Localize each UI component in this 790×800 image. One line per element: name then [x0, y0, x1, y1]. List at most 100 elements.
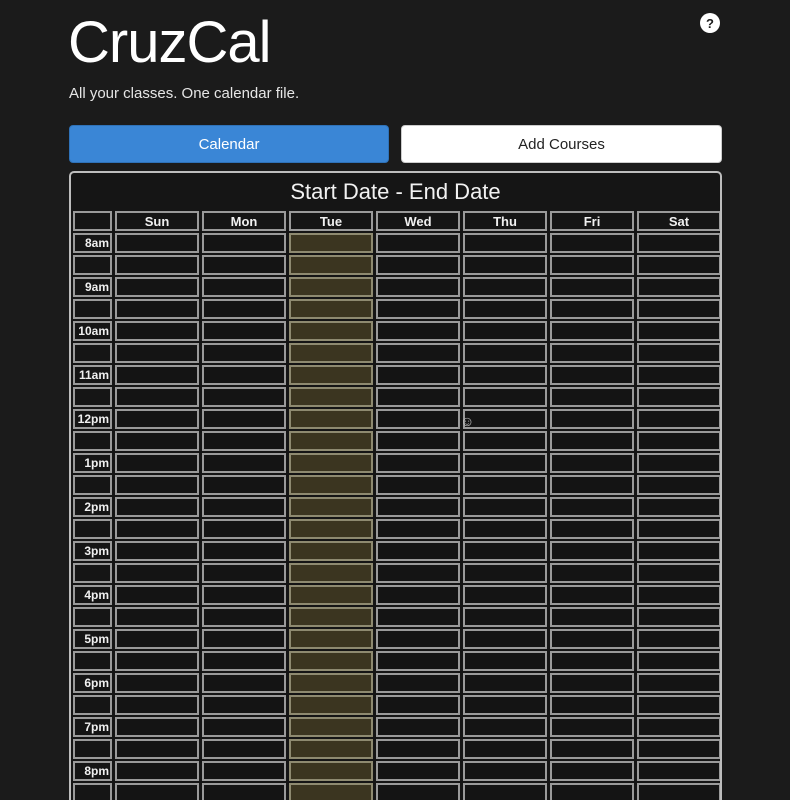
- time-slot-sat-1pm-30[interactable]: [637, 475, 720, 495]
- help-button[interactable]: ?: [700, 13, 720, 33]
- time-slot-thu-6pm-30[interactable]: [463, 695, 547, 715]
- time-slot-sat-10am[interactable]: [637, 321, 720, 341]
- time-slot-fri-11am-30[interactable]: [550, 387, 634, 407]
- time-slot-sun-5pm-30[interactable]: [115, 651, 199, 671]
- time-slot-tue-4pm[interactable]: [289, 585, 373, 605]
- time-slot-wed-12pm[interactable]: [376, 409, 460, 429]
- time-slot-wed-2pm[interactable]: [376, 497, 460, 517]
- time-slot-mon-8pm[interactable]: [202, 761, 286, 781]
- time-slot-mon-8pm-30[interactable]: [202, 783, 286, 800]
- time-slot-fri-3pm-30[interactable]: [550, 563, 634, 583]
- time-slot-thu-4pm-30[interactable]: [463, 607, 547, 627]
- time-slot-tue-1pm[interactable]: [289, 453, 373, 473]
- time-slot-sat-12pm[interactable]: [637, 409, 720, 429]
- time-slot-mon-2pm-30[interactable]: [202, 519, 286, 539]
- time-slot-fri-9am[interactable]: [550, 277, 634, 297]
- time-slot-sun-10am-30[interactable]: [115, 343, 199, 363]
- time-slot-fri-2pm-30[interactable]: [550, 519, 634, 539]
- time-slot-sat-12pm-30[interactable]: [637, 431, 720, 451]
- time-slot-mon-12pm-30[interactable]: [202, 431, 286, 451]
- time-slot-fri-8pm[interactable]: [550, 761, 634, 781]
- time-slot-tue-10am-30[interactable]: [289, 343, 373, 363]
- time-slot-thu-10am[interactable]: [463, 321, 547, 341]
- time-slot-sun-1pm[interactable]: [115, 453, 199, 473]
- time-slot-sat-3pm-30[interactable]: [637, 563, 720, 583]
- time-slot-thu-5pm[interactable]: [463, 629, 547, 649]
- time-slot-thu-5pm-30[interactable]: [463, 651, 547, 671]
- time-slot-fri-8pm-30[interactable]: [550, 783, 634, 800]
- time-slot-tue-6pm-30[interactable]: [289, 695, 373, 715]
- time-slot-fri-3pm[interactable]: [550, 541, 634, 561]
- time-slot-mon-8am-30[interactable]: [202, 255, 286, 275]
- time-slot-sun-9am[interactable]: [115, 277, 199, 297]
- time-slot-mon-11am-30[interactable]: [202, 387, 286, 407]
- time-slot-fri-6pm[interactable]: [550, 673, 634, 693]
- time-slot-mon-4pm-30[interactable]: [202, 607, 286, 627]
- tab-add-courses[interactable]: Add Courses: [401, 125, 722, 163]
- time-slot-wed-6pm[interactable]: [376, 673, 460, 693]
- time-slot-sat-2pm-30[interactable]: [637, 519, 720, 539]
- time-slot-tue-6pm[interactable]: [289, 673, 373, 693]
- time-slot-wed-5pm-30[interactable]: [376, 651, 460, 671]
- time-slot-tue-5pm[interactable]: [289, 629, 373, 649]
- time-slot-wed-3pm[interactable]: [376, 541, 460, 561]
- time-slot-tue-9am[interactable]: [289, 277, 373, 297]
- time-slot-sat-7pm-30[interactable]: [637, 739, 720, 759]
- time-slot-thu-3pm[interactable]: [463, 541, 547, 561]
- time-slot-thu-8pm-30[interactable]: [463, 783, 547, 800]
- time-slot-tue-5pm-30[interactable]: [289, 651, 373, 671]
- time-slot-sun-8pm[interactable]: [115, 761, 199, 781]
- time-slot-sat-8am[interactable]: [637, 233, 720, 253]
- time-slot-wed-9am[interactable]: [376, 277, 460, 297]
- time-slot-sun-9am-30[interactable]: [115, 299, 199, 319]
- time-slot-fri-8am-30[interactable]: [550, 255, 634, 275]
- time-slot-sat-9am-30[interactable]: [637, 299, 720, 319]
- time-slot-tue-8am-30[interactable]: [289, 255, 373, 275]
- time-slot-fri-1pm[interactable]: [550, 453, 634, 473]
- time-slot-fri-5pm[interactable]: [550, 629, 634, 649]
- time-slot-fri-12pm[interactable]: [550, 409, 634, 429]
- time-slot-fri-7pm[interactable]: [550, 717, 634, 737]
- time-slot-wed-5pm[interactable]: [376, 629, 460, 649]
- time-slot-sun-6pm[interactable]: [115, 673, 199, 693]
- time-slot-wed-8pm[interactable]: [376, 761, 460, 781]
- time-slot-wed-7pm[interactable]: [376, 717, 460, 737]
- time-slot-thu-3pm-30[interactable]: [463, 563, 547, 583]
- time-slot-sat-6pm-30[interactable]: [637, 695, 720, 715]
- time-slot-thu-2pm[interactable]: [463, 497, 547, 517]
- time-slot-sun-2pm-30[interactable]: [115, 519, 199, 539]
- time-slot-tue-9am-30[interactable]: [289, 299, 373, 319]
- time-slot-thu-9am-30[interactable]: [463, 299, 547, 319]
- time-slot-tue-8pm-30[interactable]: [289, 783, 373, 800]
- time-slot-wed-8am[interactable]: [376, 233, 460, 253]
- time-slot-wed-6pm-30[interactable]: [376, 695, 460, 715]
- time-slot-sun-11am-30[interactable]: [115, 387, 199, 407]
- time-slot-mon-5pm-30[interactable]: [202, 651, 286, 671]
- time-slot-mon-1pm-30[interactable]: [202, 475, 286, 495]
- time-slot-thu-8pm[interactable]: [463, 761, 547, 781]
- time-slot-sat-4pm[interactable]: [637, 585, 720, 605]
- time-slot-thu-12pm-30[interactable]: [463, 431, 547, 451]
- time-slot-sun-7pm-30[interactable]: [115, 739, 199, 759]
- time-slot-sat-5pm[interactable]: [637, 629, 720, 649]
- time-slot-fri-10am-30[interactable]: [550, 343, 634, 363]
- time-slot-mon-4pm[interactable]: [202, 585, 286, 605]
- time-slot-sat-8am-30[interactable]: [637, 255, 720, 275]
- time-slot-thu-7pm-30[interactable]: [463, 739, 547, 759]
- time-slot-sat-10am-30[interactable]: [637, 343, 720, 363]
- time-slot-fri-11am[interactable]: [550, 365, 634, 385]
- time-slot-thu-4pm[interactable]: [463, 585, 547, 605]
- time-slot-tue-7pm[interactable]: [289, 717, 373, 737]
- time-slot-mon-11am[interactable]: [202, 365, 286, 385]
- time-slot-thu-1pm[interactable]: [463, 453, 547, 473]
- time-slot-tue-3pm-30[interactable]: [289, 563, 373, 583]
- time-slot-wed-4pm-30[interactable]: [376, 607, 460, 627]
- time-slot-mon-9am[interactable]: [202, 277, 286, 297]
- time-slot-fri-4pm-30[interactable]: [550, 607, 634, 627]
- time-slot-wed-1pm[interactable]: [376, 453, 460, 473]
- time-slot-wed-11am-30[interactable]: [376, 387, 460, 407]
- time-slot-sun-7pm[interactable]: [115, 717, 199, 737]
- time-slot-thu-11am-30[interactable]: [463, 387, 547, 407]
- time-slot-sat-5pm-30[interactable]: [637, 651, 720, 671]
- time-slot-sat-8pm-30[interactable]: [637, 783, 720, 800]
